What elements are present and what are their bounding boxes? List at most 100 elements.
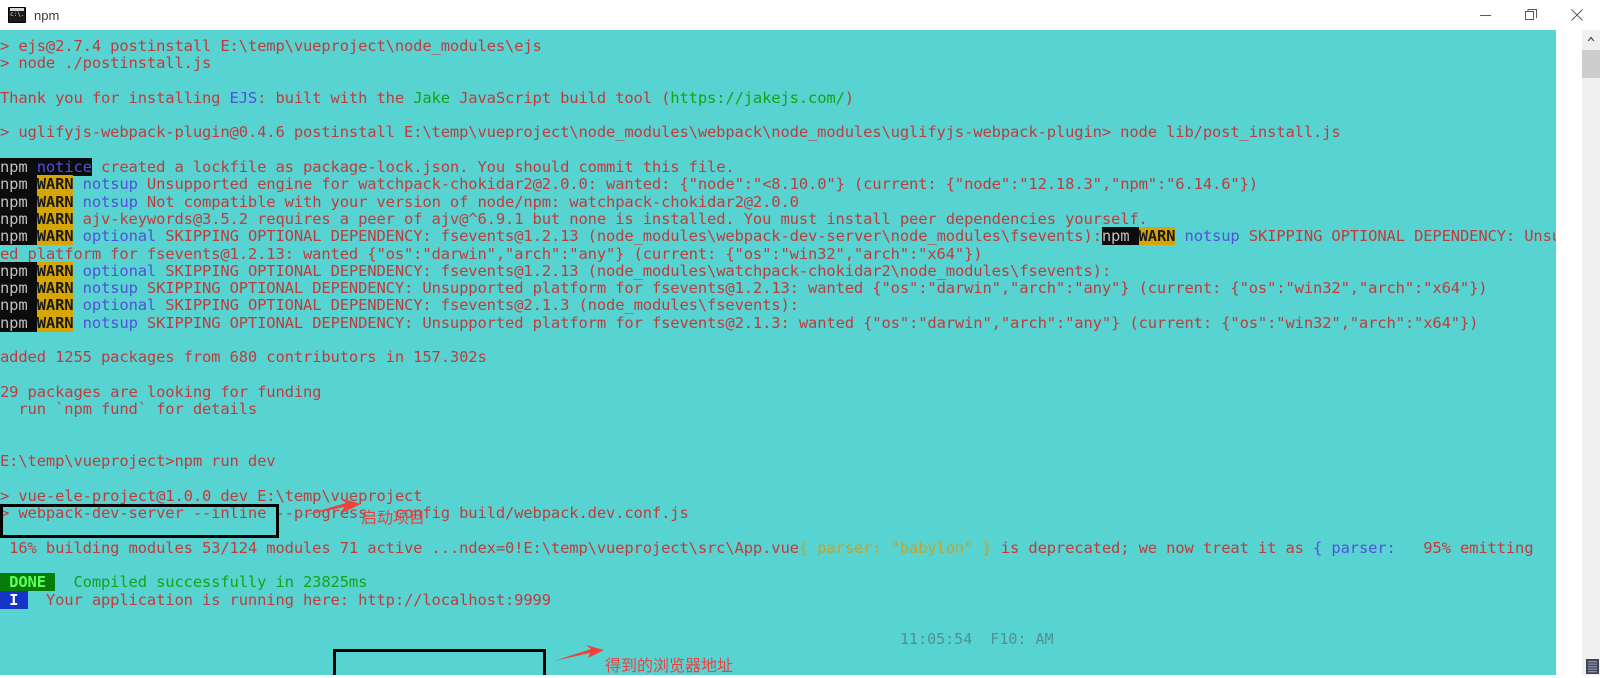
console-segment [73, 193, 82, 211]
console-segment: { parser: "babylon" } [798, 538, 992, 557]
console-segment [73, 175, 82, 193]
console-text: > ejs@2.7.4 postinstall E:\temp\vueproje… [0, 37, 1556, 609]
console-line: npm WARN optional SKIPPING OPTIONAL DEPE… [0, 261, 1556, 280]
console-segment: WARN [36, 192, 74, 211]
close-button[interactable] [1554, 0, 1600, 30]
console-segment: Jake [413, 88, 450, 107]
console-segment: > node ./postinstall.js [0, 54, 212, 73]
console-segment: WARN [36, 296, 74, 315]
console-output-area[interactable]: > ejs@2.7.4 postinstall E:\temp\vueproje… [0, 30, 1556, 675]
console-segment: notsup [82, 192, 138, 211]
browser-address-arrow [553, 643, 605, 669]
console-line: > vue-ele-project@1.0.0 dev E:\temp\vuep… [0, 487, 1556, 505]
npm-terminal-window: npm > ejs@2.7.4 postinstall E:\temp\vuep… [0, 0, 1600, 675]
console-segment: : built with the [257, 88, 414, 107]
console-segment: npm [0, 158, 37, 177]
console-segment: Your application is running here: http:/… [27, 590, 551, 609]
console-line: ed platform for fsevents@1.2.13: wanted … [0, 245, 1556, 263]
console-segment: npm [0, 209, 37, 228]
start-project-arrow [300, 496, 362, 524]
console-line: added 1255 packages from 680 contributor… [0, 349, 1556, 366]
cmd-icon [8, 7, 26, 23]
console-segment: npm [0, 279, 37, 298]
console-segment: added 1255 packages from 680 contributor… [0, 348, 487, 367]
console-segment: EJS [229, 88, 258, 107]
console-segment: npm [1101, 227, 1139, 246]
console-segment: SKIPPING OPTIONAL DEPENDENCY: fsevents@1… [156, 261, 1112, 280]
console-segment: notsup [82, 313, 138, 332]
console-segment: notsup [82, 175, 138, 194]
console-line: I Your application is running here: http… [0, 590, 1556, 609]
console-line: 29 packages are looking for funding [0, 382, 1556, 401]
console-segment: Thank you for installing [0, 88, 230, 107]
console-segment: WARN [36, 227, 74, 246]
browser-address-callout: 得到的浏览器地址 [605, 656, 734, 675]
console-line: 16% building modules 53/124 modules 71 a… [0, 538, 1556, 557]
console-segment: JavaScript build tool ( [449, 88, 671, 107]
console-segment [73, 314, 82, 332]
console-line: > webpack-dev-server --inline --progress… [0, 504, 1556, 522]
console-line: Thank you for installing EJS: built with… [0, 88, 1556, 107]
console-segment: npm [0, 192, 37, 211]
console-segment: Compiled successfully in 23825ms [55, 573, 368, 592]
console-segment: Unsupported engine for watchpack-chokida… [137, 175, 1258, 194]
console-segment: { parser: [1313, 538, 1405, 557]
console-segment: > ejs@2.7.4 postinstall E:\temp\vueproje… [0, 37, 542, 55]
console-segment: npm [0, 227, 37, 246]
console-segment: is deprecated; we now treat it as [991, 538, 1314, 557]
console-segment: 29 packages are looking for funding [0, 382, 322, 401]
console-segment: SKIPPING OPTIONAL DEPENDENCY: Unsupporte… [137, 279, 1488, 298]
console-line: npm WARN notsup SKIPPING OPTIONAL DEPEND… [0, 313, 1556, 332]
console-segment: created a lockfile as package-lock.json.… [91, 158, 735, 177]
vertical-scrollbar[interactable] [1582, 30, 1600, 675]
console-line: npm WARN ajv-keywords@3.5.2 requires a p… [0, 209, 1556, 228]
screen-recorder-timestamp: 11:05:54 F10: AM [900, 630, 1054, 648]
title-bar: npm [0, 0, 1600, 30]
console-segment: optional [82, 296, 157, 315]
resize-grip-icon[interactable] [1584, 659, 1599, 674]
console-segment: npm [0, 261, 37, 280]
console-segment: SKIPPING OPTIONAL DEPENDENCY: Unsupport [1248, 227, 1556, 246]
console-segment: npm [0, 313, 37, 332]
console-segment: SKIPPING OPTIONAL DEPENDENCY: fsevents@1… [156, 227, 1102, 246]
console-segment [1175, 227, 1184, 245]
console-line: npm WARN notsup Not compatible with your… [0, 192, 1556, 211]
console-segment: npm [0, 175, 37, 194]
window-controls [1462, 0, 1600, 30]
console-segment: https://jakejs.com/ [670, 88, 845, 107]
console-segment: npm [0, 296, 37, 315]
console-segment: optional [82, 261, 157, 280]
console-segment: ) [844, 88, 854, 107]
console-segment: ajv-keywords@3.5.2 requires a peer of aj… [73, 209, 1148, 228]
restore-button[interactable] [1508, 0, 1554, 30]
console-segment: WARN [36, 209, 74, 228]
scroll-up-icon[interactable] [1582, 30, 1600, 48]
console-segment: 16% building modules 53/124 modules 71 a… [0, 538, 799, 557]
console-segment: WARN [36, 279, 74, 298]
console-segment: 95% emitting [1404, 538, 1534, 557]
console-segment: SKIPPING OPTIONAL DEPENDENCY: fsevents@2… [156, 296, 799, 315]
console-line: npm WARN optional SKIPPING OPTIONAL DEPE… [0, 296, 1556, 315]
console-line: > node ./postinstall.js [0, 55, 1556, 72]
console-line: npm WARN notsup Unsupported engine for w… [0, 175, 1556, 194]
console-segment: DONE [0, 573, 56, 592]
console-line: npm WARN optional SKIPPING OPTIONAL DEPE… [0, 227, 1556, 246]
console-segment: optional [82, 227, 157, 246]
console-line: E:\temp\vueproject>npm run dev [0, 452, 1556, 470]
scroll-thumb[interactable] [1582, 50, 1600, 78]
console-segment: WARN [36, 175, 74, 194]
console-line: npm WARN notsup SKIPPING OPTIONAL DEPEND… [0, 279, 1556, 298]
console-segment [73, 296, 82, 314]
console-line: DONE Compiled successfully in 23825ms [0, 573, 1556, 592]
window-title: npm [34, 7, 60, 23]
console-segment: notsup [82, 279, 138, 298]
minimize-button[interactable] [1462, 0, 1508, 30]
